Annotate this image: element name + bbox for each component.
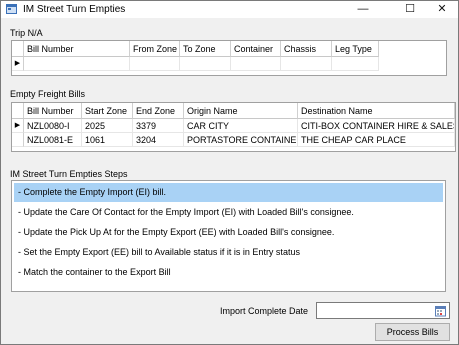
maximize-button[interactable]: ☐ bbox=[394, 1, 426, 18]
table-cell-destination-name[interactable]: CITI-BOX CONTAINER HIRE & SALES bbox=[298, 119, 455, 133]
step-item-update-care-of[interactable]: - Update the Care Of Contact for the Emp… bbox=[14, 203, 443, 222]
trip-new-cell-leg[interactable] bbox=[332, 57, 379, 71]
table-cell-end-zone[interactable]: 3379 bbox=[133, 119, 184, 133]
trip-col-bill-number[interactable]: Bill Number bbox=[24, 41, 130, 57]
bills-corner-header bbox=[12, 103, 24, 119]
process-bills-button[interactable]: Process Bills bbox=[375, 323, 450, 341]
minimize-button[interactable]: — bbox=[347, 1, 379, 18]
import-complete-date-label: Import Complete Date bbox=[220, 306, 309, 316]
bills-row-2-header[interactable] bbox=[12, 133, 24, 147]
trip-corner-header bbox=[12, 41, 24, 57]
bills-row-1-pointer[interactable]: ▶ bbox=[12, 119, 24, 133]
empty-bills-grid[interactable]: Bill Number Start Zone End Zone Origin N… bbox=[11, 102, 456, 152]
calendar-icon[interactable] bbox=[435, 305, 447, 317]
table-cell-bill-number[interactable]: NZL0081-E bbox=[24, 133, 82, 147]
import-complete-date-input[interactable] bbox=[316, 302, 450, 319]
bills-col-end-zone[interactable]: End Zone bbox=[133, 103, 184, 119]
trip-group-label: Trip N/A bbox=[10, 28, 43, 38]
trip-new-cell-to[interactable] bbox=[180, 57, 231, 71]
trip-col-chassis[interactable]: Chassis bbox=[281, 41, 332, 57]
trip-col-leg-type[interactable]: Leg Type bbox=[332, 41, 379, 57]
trip-new-cell-bill[interactable] bbox=[24, 57, 130, 71]
trip-new-cell-chassis[interactable] bbox=[281, 57, 332, 71]
table-cell-origin-name[interactable]: CAR CITY bbox=[184, 119, 298, 133]
title-bar[interactable]: IM Street Turn Empties — ☐ ✕ bbox=[1, 1, 458, 18]
table-cell-start-zone[interactable]: 1061 bbox=[82, 133, 133, 147]
table-cell-origin-name[interactable]: PORTASTORE CONTAINERS bbox=[184, 133, 298, 147]
empty-bills-group-label: Empty Freight Bills bbox=[10, 89, 86, 99]
street-turn-empties-window: IM Street Turn Empties — ☐ ✕ Trip N/A Bi… bbox=[0, 0, 459, 345]
trip-col-from-zone[interactable]: From Zone bbox=[130, 41, 180, 57]
table-cell-bill-number[interactable]: NZL0080-I bbox=[24, 119, 82, 133]
table-cell-start-zone[interactable]: 2025 bbox=[82, 119, 133, 133]
trip-new-row-pointer[interactable]: ▶ bbox=[12, 57, 24, 71]
bills-col-bill-number[interactable]: Bill Number bbox=[24, 103, 82, 119]
bills-col-destination-name[interactable]: Destination Name bbox=[298, 103, 455, 119]
steps-list[interactable]: - Complete the Empty Import (EI) bill. -… bbox=[11, 180, 446, 292]
bills-col-start-zone[interactable]: Start Zone bbox=[82, 103, 133, 119]
window-title: IM Street Turn Empties bbox=[23, 4, 126, 15]
step-item-set-available[interactable]: - Set the Empty Export (EE) bill to Avai… bbox=[14, 243, 443, 262]
close-button[interactable]: ✕ bbox=[426, 1, 458, 18]
table-cell-destination-name[interactable]: THE CHEAP CAR PLACE bbox=[298, 133, 455, 147]
app-icon bbox=[6, 4, 17, 14]
trip-new-cell-container[interactable] bbox=[231, 57, 281, 71]
trip-col-container[interactable]: Container bbox=[231, 41, 281, 57]
table-cell-end-zone[interactable]: 3204 bbox=[133, 133, 184, 147]
step-item-match-container[interactable]: - Match the container to the Export Bill bbox=[14, 263, 443, 282]
bills-col-origin-name[interactable]: Origin Name bbox=[184, 103, 298, 119]
trip-grid[interactable]: Bill Number From Zone To Zone Container … bbox=[11, 40, 447, 76]
trip-col-to-zone[interactable]: To Zone bbox=[180, 41, 231, 57]
steps-group-label: IM Street Turn Empties Steps bbox=[10, 169, 128, 179]
step-item-update-pick-up[interactable]: - Update the Pick Up At for the Empty Ex… bbox=[14, 223, 443, 242]
step-item-complete-ei[interactable]: - Complete the Empty Import (EI) bill. bbox=[14, 183, 443, 202]
trip-new-cell-from[interactable] bbox=[130, 57, 180, 71]
